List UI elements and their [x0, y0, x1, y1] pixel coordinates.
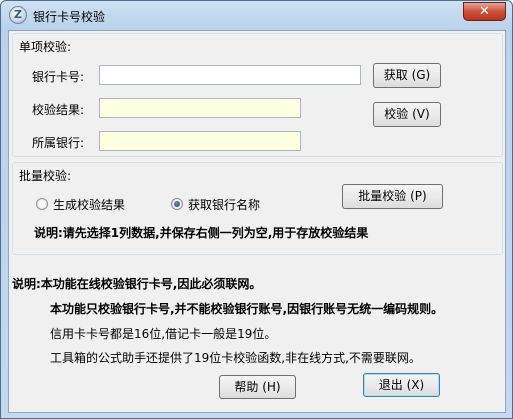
single-check-title: 单项校验:: [19, 40, 72, 54]
title-bar: Z 银行卡号校验 ✕: [1, 1, 512, 31]
batch-check-button[interactable]: 批量校验 (P): [342, 184, 443, 209]
window-title: 银行卡号校验: [33, 10, 106, 24]
bank-label: 所属银行:: [32, 136, 85, 150]
app-window: Z 银行卡号校验 ✕ 单项校验: 银行卡号: 校验结果: 所属银行: 获取 (G…: [0, 0, 513, 419]
generate-result-radio[interactable]: [36, 198, 48, 210]
note-line-3: 信用卡卡号都是16位,借记卡一般是19位。: [50, 327, 277, 341]
bank-field[interactable]: [99, 131, 301, 151]
exit-button[interactable]: 退出 (X): [363, 373, 440, 397]
generate-result-label: 生成校验结果: [53, 198, 126, 212]
card-number-label: 银行卡号:: [32, 70, 85, 84]
batch-check-title: 批量校验:: [19, 169, 72, 183]
get-button[interactable]: 获取 (G): [373, 63, 441, 88]
card-number-input[interactable]: [99, 65, 361, 85]
result-field[interactable]: [99, 98, 301, 118]
note-line-4: 工具箱的公式助手还提供了19位卡校验函数,非在线方式,不需要联网。: [50, 351, 421, 365]
note-line-2: 本功能只校验银行卡号,并不能校验银行账号,因银行账号无统一编码规则。: [50, 302, 444, 316]
batch-check-group: 批量校验: 生成校验结果 获取银行名称 批量校验 (P) 说明:请先选择1列数据…: [12, 162, 503, 255]
bank-name-radio[interactable]: [171, 198, 183, 210]
note-line-1: 说明:本功能在线校验银行卡号,因此必须联网。: [12, 277, 262, 291]
dialog-body: 单项校验: 银行卡号: 校验结果: 所属银行: 获取 (G) 校验 (V) 批量…: [8, 30, 506, 413]
close-button[interactable]: ✕: [463, 2, 506, 21]
check-button[interactable]: 校验 (V): [373, 102, 441, 127]
help-button[interactable]: 帮助 (H): [219, 375, 296, 399]
single-check-group: 单项校验: 银行卡号: 校验结果: 所属银行: 获取 (G) 校验 (V): [12, 33, 503, 157]
bank-name-label: 获取银行名称: [188, 198, 261, 212]
result-label: 校验结果:: [32, 103, 85, 117]
batch-note: 说明:请先选择1列数据,并保存右侧一列为空,用于存放校验结果: [34, 226, 369, 240]
app-logo-icon: Z: [9, 6, 27, 24]
